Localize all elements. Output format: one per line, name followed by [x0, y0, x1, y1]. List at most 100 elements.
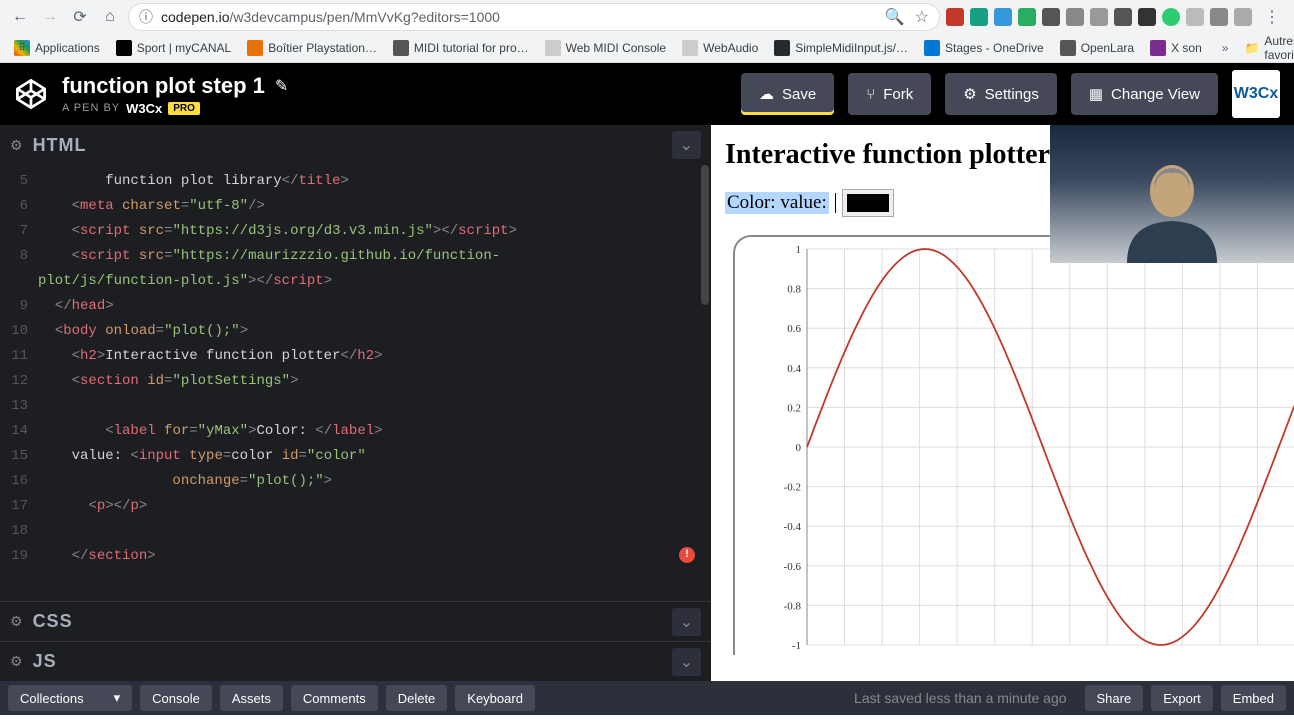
- address-bar[interactable]: ⓘ codepen.io/w3devcampus/pen/MmVvKg?edit…: [128, 3, 940, 31]
- comments-button[interactable]: Comments: [291, 685, 378, 711]
- webcam-overlay: [1050, 125, 1294, 263]
- editor-column: ⚙ HTML ⌄ 5 function plot library</title>…: [0, 125, 711, 681]
- js-panel-header: ⚙ JS ⌄: [0, 641, 711, 681]
- svg-text:-0.4: -0.4: [784, 521, 802, 533]
- save-button[interactable]: ☁Save: [741, 73, 834, 115]
- ext-icon[interactable]: [994, 8, 1012, 26]
- ext-icon[interactable]: [1186, 8, 1204, 26]
- preview-pane: Interactive function plotter Color: valu…: [711, 125, 1294, 681]
- js-panel-title: JS: [33, 651, 672, 672]
- text-cursor: [835, 193, 836, 213]
- svg-text:0.8: 0.8: [787, 284, 801, 296]
- ext-icon[interactable]: [1234, 8, 1252, 26]
- code-line[interactable]: 10 <body onload="plot();">: [0, 319, 711, 344]
- code-line[interactable]: 5 function plot library</title>: [0, 169, 711, 194]
- browser-menu[interactable]: ⋮: [1258, 7, 1286, 27]
- ext-icon[interactable]: [1042, 8, 1060, 26]
- pen-title[interactable]: function plot step 1: [62, 73, 265, 99]
- html-settings-icon[interactable]: ⚙: [10, 137, 23, 154]
- html-collapse-icon[interactable]: ⌄: [672, 131, 701, 159]
- js-collapse-icon[interactable]: ⌄: [672, 648, 701, 676]
- code-line[interactable]: 16 onchange="plot();">: [0, 469, 711, 494]
- change-view-button[interactable]: ▦Change View: [1071, 73, 1218, 115]
- bookmark-item[interactable]: Boîtier Playstation…: [241, 37, 383, 59]
- color-label: Color: value:: [725, 192, 829, 214]
- gear-icon: ⚙: [963, 85, 976, 103]
- ext-icon[interactable]: [1114, 8, 1132, 26]
- bookmark-item[interactable]: MIDI tutorial for pro…: [387, 37, 535, 59]
- home-button[interactable]: ⌂: [98, 5, 122, 29]
- ext-icon[interactable]: [1138, 8, 1156, 26]
- apps-bookmark[interactable]: ⠿Applications: [8, 37, 106, 59]
- css-collapse-icon[interactable]: ⌄: [672, 608, 701, 636]
- bookmark-item[interactable]: X son: [1144, 37, 1208, 59]
- function-plot[interactable]: -1-0.8-0.6-0.4-0.200.20.40.60.81: [733, 235, 1293, 655]
- webcam-person: [1107, 153, 1237, 263]
- color-input[interactable]: [842, 189, 894, 217]
- code-line[interactable]: 13: [0, 394, 711, 419]
- css-panel-title: CSS: [33, 611, 672, 632]
- codepen-header: function plot step 1 ✎ A PEN BY W3Cx PRO…: [0, 63, 1294, 125]
- assets-button[interactable]: Assets: [220, 685, 283, 711]
- edit-title-icon[interactable]: ✎: [275, 76, 288, 96]
- code-line[interactable]: 15 value: <input type=color id="color": [0, 444, 711, 469]
- bookmark-item[interactable]: Stages - OneDrive: [918, 37, 1050, 59]
- code-line[interactable]: 7 <script src="https://d3js.org/d3.v3.mi…: [0, 219, 711, 244]
- keyboard-button[interactable]: Keyboard: [455, 685, 535, 711]
- code-line[interactable]: 6 <meta charset="utf-8"/>: [0, 194, 711, 219]
- user-avatar[interactable]: W3Cx: [1232, 70, 1280, 118]
- other-bookmarks[interactable]: 📁Autres favoris: [1238, 31, 1294, 65]
- code-line[interactable]: 17 <p></p>: [0, 494, 711, 519]
- star-icon[interactable]: ☆: [915, 7, 929, 27]
- svg-text:0.6: 0.6: [787, 323, 801, 335]
- js-settings-icon[interactable]: ⚙: [10, 653, 23, 670]
- code-line[interactable]: 12 <section id="plotSettings">: [0, 369, 711, 394]
- ext-icon[interactable]: [1018, 8, 1036, 26]
- css-panel-header: ⚙ CSS ⌄: [0, 601, 711, 641]
- svg-text:-0.2: -0.2: [784, 482, 801, 494]
- code-line[interactable]: 11 <h2>Interactive function plotter</h2>: [0, 344, 711, 369]
- pen-author[interactable]: W3Cx: [126, 101, 162, 116]
- code-line[interactable]: 9 </head>: [0, 294, 711, 319]
- code-line[interactable]: 8 <script src="https://maurizzzio.github…: [0, 244, 711, 269]
- ext-icon[interactable]: [946, 8, 964, 26]
- layout-icon: ▦: [1089, 85, 1103, 103]
- extension-icons: [946, 8, 1252, 26]
- bookmark-item[interactable]: OpenLara: [1054, 37, 1140, 59]
- code-line[interactable]: 18: [0, 519, 711, 544]
- browser-toolbar: ← → ⟳ ⌂ ⓘ codepen.io/w3devcampus/pen/MmV…: [0, 0, 1294, 34]
- svg-text:-1: -1: [792, 640, 801, 652]
- fork-button[interactable]: ⑂Fork: [848, 73, 931, 115]
- code-line[interactable]: plot/js/function-plot.js"></script>: [0, 269, 711, 294]
- bookmark-item[interactable]: SimpleMidiInput.js/…: [768, 37, 914, 59]
- settings-button[interactable]: ⚙Settings: [945, 73, 1057, 115]
- bookmark-item[interactable]: WebAudio: [676, 37, 764, 59]
- error-icon[interactable]: !: [679, 547, 695, 563]
- delete-button[interactable]: Delete: [386, 685, 448, 711]
- css-settings-icon[interactable]: ⚙: [10, 613, 23, 630]
- back-button[interactable]: ←: [8, 5, 32, 29]
- ext-icon[interactable]: [1210, 8, 1228, 26]
- fork-icon: ⑂: [866, 86, 875, 103]
- code-line[interactable]: 14 <label for="yMax">Color: </label>: [0, 419, 711, 444]
- ext-icon[interactable]: [970, 8, 988, 26]
- bookmark-item[interactable]: Sport | myCANAL: [110, 37, 237, 59]
- collections-dropdown[interactable]: Collections▾: [8, 685, 132, 711]
- codepen-logo[interactable]: [14, 77, 48, 111]
- html-code-editor[interactable]: 5 function plot library</title>6 <meta c…: [0, 165, 711, 601]
- reload-button[interactable]: ⟳: [68, 5, 92, 29]
- ext-icon[interactable]: [1162, 8, 1180, 26]
- site-info-icon[interactable]: ⓘ: [139, 7, 153, 27]
- export-button[interactable]: Export: [1151, 685, 1213, 711]
- zoom-icon[interactable]: 🔍: [885, 7, 905, 27]
- ext-icon[interactable]: [1090, 8, 1108, 26]
- bookmarks-overflow[interactable]: »: [1216, 41, 1235, 55]
- console-button[interactable]: Console: [140, 685, 212, 711]
- bookmark-item[interactable]: Web MIDI Console: [539, 37, 672, 59]
- code-line[interactable]: 19 </section>: [0, 544, 711, 569]
- ext-icon[interactable]: [1066, 8, 1084, 26]
- embed-button[interactable]: Embed: [1221, 685, 1286, 711]
- share-button[interactable]: Share: [1085, 685, 1144, 711]
- scrollbar[interactable]: [701, 165, 709, 305]
- bookmarks-bar: ⠿ApplicationsSport | myCANALBoîtier Play…: [0, 34, 1294, 62]
